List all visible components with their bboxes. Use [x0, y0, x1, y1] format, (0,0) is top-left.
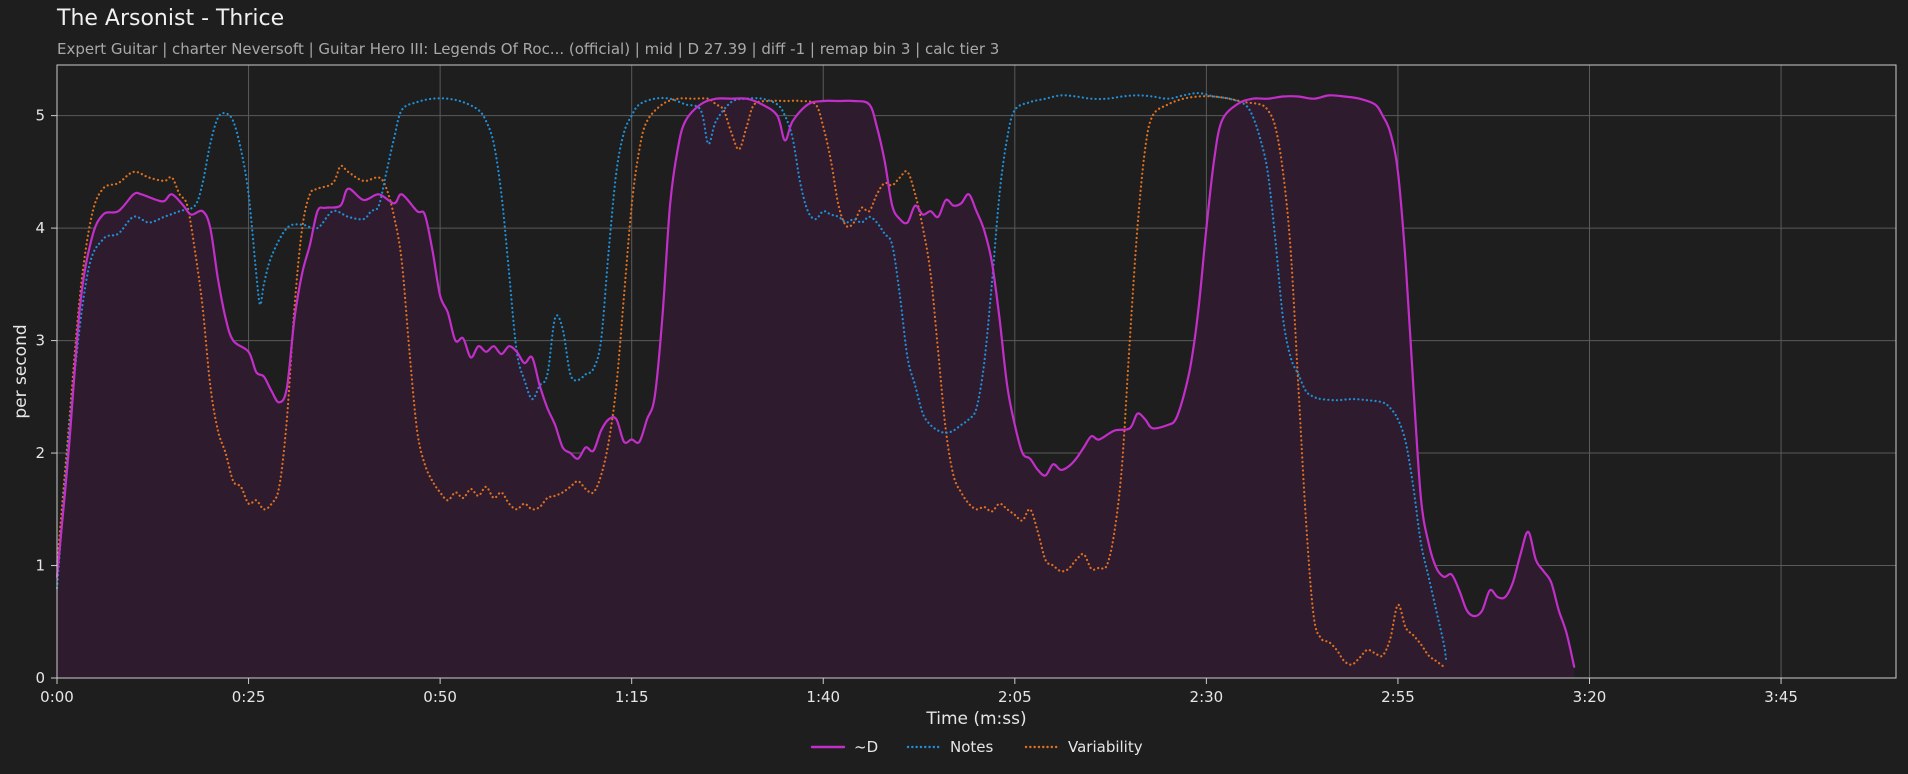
x-tick-label: 0:25: [232, 688, 266, 706]
y-tick-label: 5: [35, 107, 45, 125]
x-tick-label: 2:05: [998, 688, 1032, 706]
fill-area: [57, 95, 1575, 678]
y-axis-label: per second: [11, 324, 31, 418]
x-tick-label: 1:15: [615, 688, 649, 706]
x-tick-label: 0:50: [423, 688, 457, 706]
y-tick-label: 1: [35, 557, 45, 575]
legend-label: Notes: [950, 738, 994, 756]
legend-label: Variability: [1068, 738, 1143, 756]
y-tick-label: 2: [35, 444, 45, 462]
x-tick-label: 2:55: [1381, 688, 1415, 706]
legend-label: ~D: [854, 738, 878, 756]
x-tick-label: 0:00: [40, 688, 74, 706]
x-tick-label: 2:30: [1190, 688, 1224, 706]
legend: ~D Notes Variability: [810, 738, 1143, 756]
x-axis-label: Time (m:ss): [925, 709, 1026, 729]
y-tick-label: 4: [35, 219, 45, 237]
chart: 0:00 0:25 0:50 1:15 1:40 2:05 2:30 2:55 3:20 3:45…: [11, 64, 1897, 756]
series-fill-area: [57, 95, 1575, 678]
x-tick-label: 3:20: [1573, 688, 1607, 706]
y-tick-label: 3: [35, 332, 45, 350]
x-tick-label: 3:45: [1764, 688, 1798, 706]
y-tick-label: 0: [35, 669, 45, 687]
x-tick-label: 1:40: [806, 688, 840, 706]
